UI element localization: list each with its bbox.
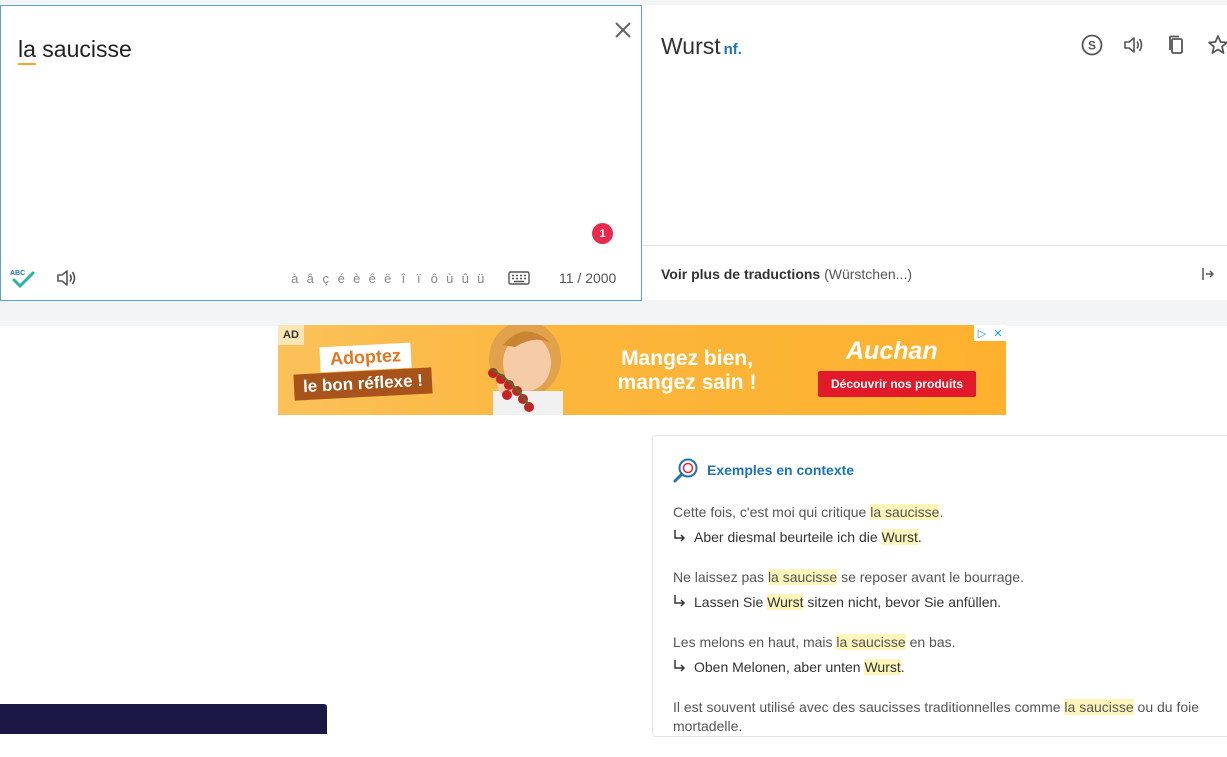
accent-key[interactable]: ë	[380, 271, 396, 286]
example-highlight: la saucisse	[870, 504, 940, 520]
expand-icon[interactable]	[1202, 267, 1214, 281]
accent-key[interactable]: è	[349, 271, 365, 286]
example-target-text: Lassen Sie	[694, 594, 768, 610]
source-text[interactable]: la saucisse	[18, 36, 132, 65]
accent-keys: àâçéèêëîïôùûü	[287, 271, 489, 286]
example-source: Ne laissez pas la saucisse se reposer av…	[673, 568, 1227, 587]
svg-text:S: S	[1088, 39, 1096, 53]
ad-slogan: Mangez bien, mangez sain !	[617, 347, 757, 394]
example-target-text: Oben Melonen, aber unten	[694, 659, 865, 675]
star-icon[interactable]	[1206, 33, 1227, 57]
example-highlight: Wurst	[767, 594, 804, 610]
example-source-text: Ne laissez pas	[673, 569, 768, 585]
accent-key[interactable]: â	[303, 271, 319, 286]
part-of-speech: nf.	[723, 41, 742, 58]
example-source: Il est souvent utilisé avec des saucisse…	[673, 698, 1227, 736]
adchoices-icon[interactable]: ▷	[974, 325, 990, 341]
ad-headline-2: le bon réflexe !	[293, 367, 433, 401]
more-translations-preview[interactable]: (Würstchen...)	[824, 266, 912, 282]
example-source: Cette fois, c'est moi qui critique la sa…	[673, 503, 1227, 522]
return-arrow-icon	[674, 529, 686, 542]
example-item: Cette fois, c'est moi qui critique la sa…	[673, 503, 1227, 547]
example-source-text: Cette fois, c'est moi qui critique	[673, 504, 871, 520]
example-source-text: se reposer avant le bourrage.	[837, 569, 1024, 585]
example-translation: Aber diesmal beurteile ich die Wurst.	[673, 528, 1227, 547]
ad-label: AD	[278, 325, 304, 345]
error-count-badge[interactable]: 1	[592, 223, 613, 244]
return-arrow-icon	[674, 659, 686, 672]
source-panel[interactable]: la saucisse 1 ABC àâçéèêëîïôùûü 11 / 200…	[0, 5, 642, 301]
translation-result[interactable]: Wurst nf.	[661, 33, 742, 60]
accent-key[interactable]: é	[334, 271, 350, 286]
example-highlight: Wurst	[864, 659, 901, 675]
examples-header: Exemples en contexte	[673, 456, 854, 484]
example-source-text: en bas.	[905, 634, 956, 650]
return-arrow-icon	[674, 594, 686, 607]
copy-icon[interactable]	[1164, 33, 1188, 57]
example-source: Les melons en haut, mais la saucisse en …	[673, 633, 1227, 652]
example-translation: Oben Melonen, aber unten Wurst.	[673, 658, 1227, 677]
more-translations-label[interactable]: Voir plus de traductions	[661, 266, 820, 282]
close-icon[interactable]	[611, 18, 635, 42]
spellcheck-icon[interactable]: ABC	[9, 267, 37, 289]
examples-panel: Exemples en contexte Cette fois, c'est m…	[652, 435, 1227, 737]
close-icon[interactable]: ✕	[990, 325, 1006, 341]
accent-key[interactable]: ê	[365, 271, 381, 286]
ad-headline-1: Adoptez	[319, 342, 412, 373]
example-highlight: la saucisse	[836, 634, 906, 650]
source-word-la[interactable]: la	[18, 36, 36, 65]
ad-choices[interactable]: ▷ ✕	[974, 325, 1006, 341]
ad-brand-logo: Auchan	[846, 337, 938, 365]
accent-key[interactable]: ü	[473, 271, 489, 286]
accent-key[interactable]: à	[287, 271, 303, 286]
example-target-text: .	[917, 529, 922, 545]
examples-title: Exemples en contexte	[707, 462, 855, 478]
example-item: Ne laissez pas la saucisse se reposer av…	[673, 568, 1227, 612]
magnifier-icon	[673, 458, 698, 483]
ad-image	[488, 325, 563, 415]
example-item: Les melons en haut, mais la saucisse en …	[673, 633, 1227, 677]
ad-cta-button[interactable]: Découvrir nos produits	[818, 371, 976, 397]
source-word-saucisse[interactable]: saucisse	[36, 36, 132, 62]
accent-key[interactable]: ç	[318, 271, 334, 286]
example-target-text: .	[900, 659, 905, 675]
example-highlight: la saucisse	[767, 569, 838, 585]
speaker-icon[interactable]	[56, 268, 78, 288]
accent-key[interactable]: ô	[427, 271, 443, 286]
spellcheck-label: ABC	[10, 270, 25, 277]
translation-word[interactable]: Wurst	[661, 33, 721, 59]
subscription-icon[interactable]: S	[1080, 33, 1104, 57]
accent-key[interactable]: ï	[411, 271, 427, 286]
divider	[642, 245, 1227, 246]
accent-key[interactable]: î	[396, 271, 412, 286]
accent-key[interactable]: ù	[442, 271, 458, 286]
accent-key[interactable]: û	[458, 271, 474, 286]
character-count: 11 / 2000	[559, 270, 617, 286]
example-translation: Lassen Sie Wurst sitzen nicht, bevor Sie…	[673, 593, 1227, 612]
example-source-text: Les melons en haut, mais	[673, 634, 837, 650]
speaker-icon[interactable]	[1122, 33, 1146, 57]
target-panel: Wurst nf. S Voir plus de traductions (Wür…	[642, 5, 1227, 300]
example-target-text: Aber diesmal beurteile ich die	[694, 529, 882, 545]
example-highlight: Wurst	[881, 529, 918, 545]
example-highlight: la saucisse	[1064, 699, 1134, 715]
example-item: Il est souvent utilisé avec des saucisse…	[673, 698, 1227, 736]
example-source-text: .	[939, 504, 944, 520]
keyboard-icon[interactable]	[508, 271, 530, 285]
example-target-text: sitzen nicht, bevor Sie anfüllen.	[803, 594, 1002, 610]
ad-banner[interactable]: AD Adoptez le bon réflexe ! Mangez bien,…	[278, 325, 1006, 415]
examples-list: Cette fois, c'est moi qui critique la sa…	[673, 503, 1227, 757]
bottom-banner	[0, 704, 327, 734]
more-translations-link[interactable]: Voir plus de traductions (Würstchen...)	[661, 266, 912, 282]
example-source-text: Il est souvent utilisé avec des saucisse…	[673, 699, 1065, 715]
